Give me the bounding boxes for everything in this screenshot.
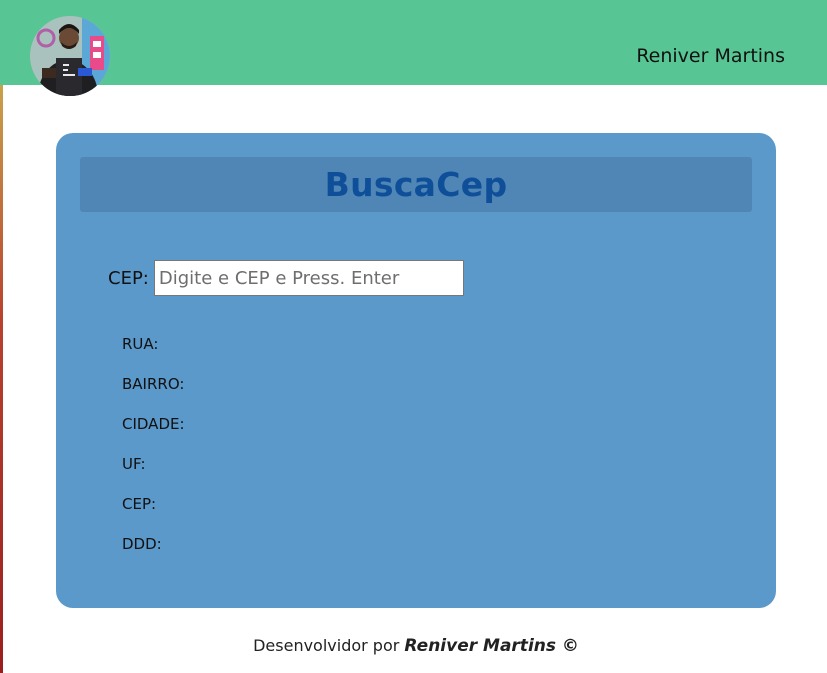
top-header: Reniver Martins bbox=[0, 0, 827, 96]
card-title-bar: BuscaCep bbox=[80, 157, 752, 212]
footer-prefix: Desenvolvidor por bbox=[253, 636, 400, 655]
page-title: BuscaCep bbox=[324, 165, 508, 204]
field-bairro: BAIRRO: bbox=[122, 375, 185, 393]
cep-input[interactable] bbox=[153, 260, 464, 296]
brand-name[interactable]: Reniver Martins bbox=[636, 44, 785, 68]
field-cidade: CIDADE: bbox=[122, 415, 185, 433]
field-ddd: DDD: bbox=[122, 535, 162, 553]
cep-label: CEP: bbox=[108, 267, 149, 289]
address-fields: RUA: BAIRRO: CIDADE: UF: CEP: DDD: bbox=[122, 334, 185, 574]
field-uf: UF: bbox=[122, 455, 146, 473]
busca-cep-card: BuscaCep CEP: RUA: BAIRRO: CIDADE: UF: C… bbox=[56, 133, 776, 608]
field-rua: RUA: bbox=[122, 335, 159, 353]
page-footer: Desenvolvidor por Reniver Martins © bbox=[0, 636, 827, 656]
left-edge-decoration bbox=[0, 85, 3, 673]
field-cep: CEP: bbox=[122, 495, 157, 513]
avatar[interactable] bbox=[30, 16, 110, 96]
cep-search-row: CEP: bbox=[108, 260, 464, 296]
user-avatar-icon bbox=[30, 16, 110, 96]
footer-author: Reniver Martins © bbox=[404, 636, 579, 656]
